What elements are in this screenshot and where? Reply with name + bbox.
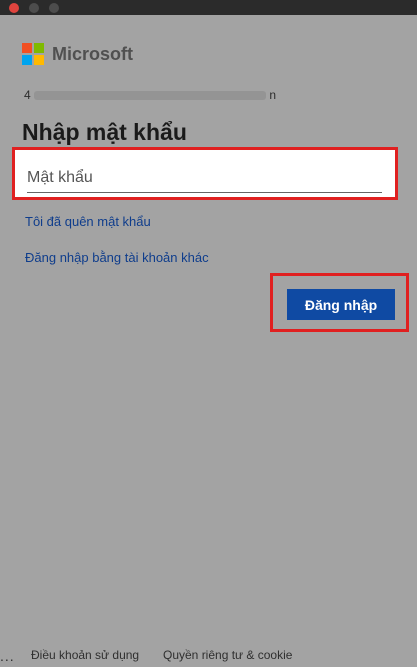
window-maximize-icon[interactable] — [49, 3, 59, 13]
forgot-password-link[interactable]: Tôi đã quên mật khẩu — [25, 214, 151, 229]
page-title: Nhập mật khẩu — [22, 119, 187, 145]
brand-name: Microsoft — [52, 43, 133, 64]
window-titlebar — [0, 0, 417, 15]
account-first-char: 4 — [24, 88, 31, 102]
account-identifier: 4 n — [24, 88, 276, 102]
terms-link[interactable]: Điều khoản sử dụng — [31, 648, 139, 662]
password-field-highlight — [12, 147, 398, 200]
other-account-link[interactable]: Đăng nhập bằng tài khoản khác — [25, 250, 209, 265]
window-close-icon[interactable] — [9, 3, 19, 13]
window-minimize-icon[interactable] — [29, 3, 39, 13]
microsoft-logo: Microsoft — [22, 42, 133, 66]
signin-button-highlight: Đăng nhập — [270, 273, 409, 332]
password-input[interactable] — [27, 164, 382, 193]
more-options-icon[interactable]: ... — [0, 648, 15, 664]
account-last-char: n — [269, 88, 276, 102]
account-redacted — [33, 90, 267, 100]
microsoft-logo-icon — [22, 43, 44, 65]
footer: Điều khoản sử dụng Quyền riêng tư & cook… — [0, 648, 417, 664]
privacy-link[interactable]: Quyền riêng tư & cookie — [163, 648, 292, 662]
signin-button[interactable]: Đăng nhập — [287, 289, 395, 320]
